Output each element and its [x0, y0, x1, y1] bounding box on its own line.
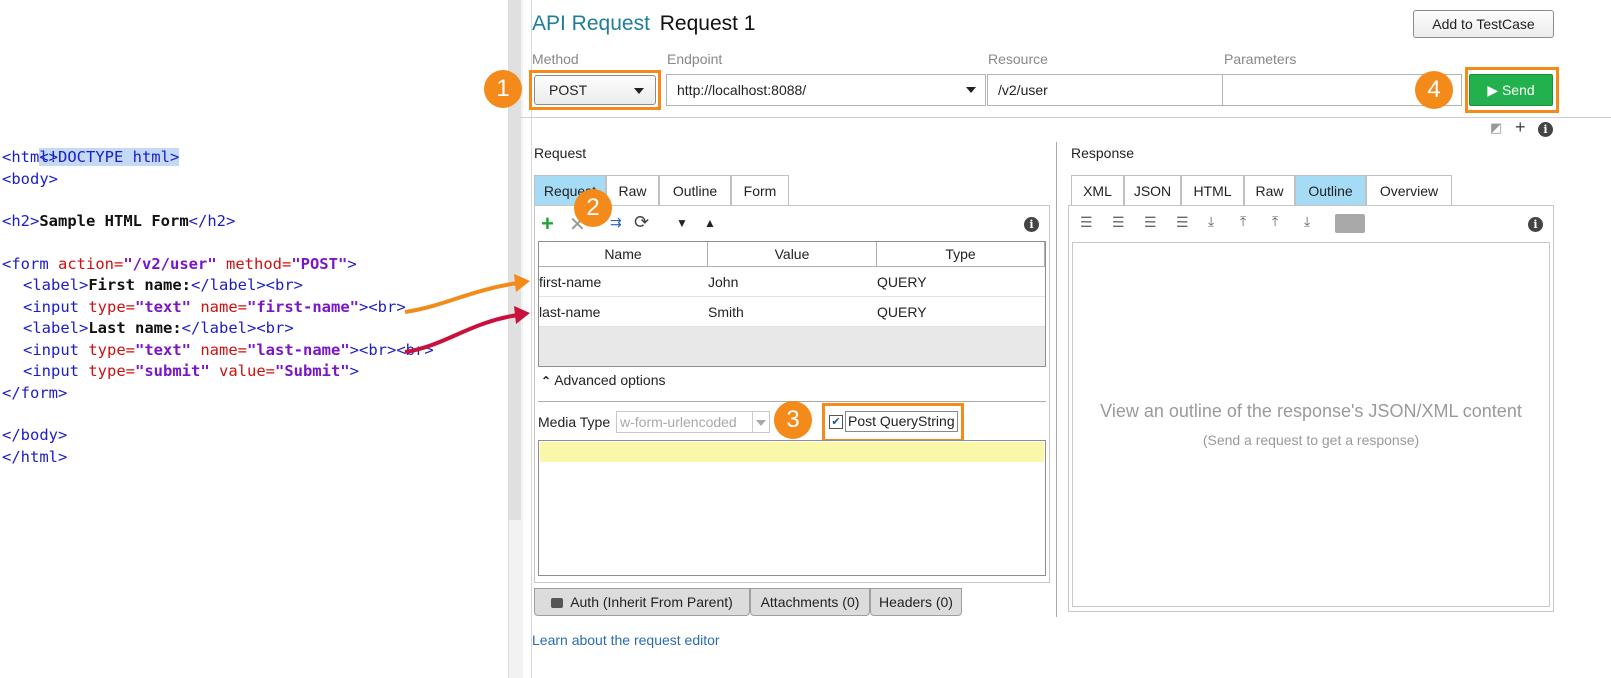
media-type-chevron-down-icon[interactable]: [756, 420, 766, 426]
advanced-options-toggle[interactable]: ⌃ Advanced options: [541, 372, 666, 388]
tab-auth-label: Auth (Inherit From Parent): [570, 594, 733, 610]
column-header-value[interactable]: Value: [708, 242, 877, 267]
xsl-icon[interactable]: [1335, 214, 1365, 233]
tab-json[interactable]: JSON: [1124, 175, 1181, 205]
pin-icon[interactable]: ◩: [1490, 120, 1502, 136]
code-line-h2: <h2>Sample HTML Form</h2>: [2, 212, 236, 230]
response-section-title: Response: [1071, 145, 1135, 161]
editor-title-prefix: API Request: [532, 12, 650, 35]
code-line-label-last: <label>Last name:</label><br>: [23, 319, 294, 337]
panel-splitter[interactable]: [1056, 142, 1057, 617]
refresh-icon[interactable]: ⟳: [634, 212, 649, 233]
callout-badge-1: 1: [484, 70, 522, 108]
plus-icon[interactable]: +: [1515, 117, 1526, 138]
param-name-cell[interactable]: first-name: [536, 267, 706, 297]
align-left-icon[interactable]: ☰: [1080, 214, 1093, 231]
copy-param-icon[interactable]: ⇉: [610, 214, 622, 231]
tab-overview[interactable]: Overview: [1366, 175, 1452, 205]
parameters-label: Parameters: [1224, 51, 1297, 67]
arrow-last-name-head: [514, 306, 530, 324]
code-line-input-last: <input type="text" name="last-name"><br>…: [23, 341, 434, 359]
lock-icon: [551, 598, 564, 608]
move-down-chevron-icon[interactable]: ▼: [676, 216, 688, 230]
request-info-icon[interactable]: i: [1024, 217, 1039, 232]
arrow-first-name-head: [514, 274, 530, 292]
tab-response-outline[interactable]: Outline: [1295, 175, 1366, 205]
tab-form[interactable]: Form: [731, 175, 789, 205]
align-right-icon[interactable]: ☰: [1144, 214, 1157, 231]
response-empty-title: View an outline of the response's JSON/X…: [1100, 401, 1522, 421]
align-justify-icon[interactable]: ☰: [1176, 214, 1189, 231]
code-line-input-first: <input type="text" name="first-name"><br…: [23, 298, 406, 316]
code-line-body: <body>: [2, 170, 58, 188]
expand-top-icon[interactable]: ⤒: [1240, 213, 1246, 230]
expand-bottom-icon[interactable]: ⤓: [1208, 213, 1214, 230]
code-doctype: <!DOCTYPE html>: [39, 148, 180, 166]
collapse-top-icon[interactable]: ⤒: [1272, 213, 1278, 230]
column-header-name[interactable]: Name: [539, 242, 708, 267]
tab-auth[interactable]: Auth (Inherit From Parent): [534, 588, 750, 616]
send-highlight-box: [1465, 67, 1559, 113]
arrow-last-name: [404, 313, 519, 354]
code-line-form-close: </form>: [2, 384, 68, 402]
endpoint-label: Endpoint: [667, 51, 723, 67]
tab-headers[interactable]: Headers (0): [870, 588, 962, 616]
resource-value: /v2/user: [998, 82, 1048, 98]
editor-title-name: Request 1: [659, 12, 756, 35]
code-line-submit: <input type="submit" value="Submit">: [23, 362, 359, 380]
add-param-plus-icon[interactable]: +: [541, 211, 554, 237]
param-type-cell[interactable]: QUERY: [874, 297, 1044, 327]
media-type-value: w-form-urlencoded: [620, 414, 737, 430]
callout-badge-3: 3: [774, 401, 812, 439]
resource-input[interactable]: /v2/user: [987, 74, 1223, 106]
learn-request-editor-link[interactable]: Learn about the request editor: [532, 632, 720, 648]
response-outline-view: [1072, 242, 1550, 607]
param-name-cell[interactable]: last-name: [536, 297, 706, 327]
endpoint-chevron-down-icon[interactable]: [966, 87, 976, 93]
param-value-cell[interactable]: Smith: [705, 297, 875, 327]
media-type-select[interactable]: w-form-urlencoded: [616, 411, 770, 433]
body-editor-current-line: [540, 442, 1044, 462]
add-to-testcase-button[interactable]: Add to TestCase: [1413, 10, 1554, 38]
move-up-chevron-icon[interactable]: ▲: [704, 216, 716, 230]
code-line-html: <html>: [2, 148, 58, 166]
method-label: Method: [532, 51, 579, 67]
request-editor: API Request Request 1 Add to TestCase Me…: [520, 0, 1611, 678]
editor-title: API Request Request 1: [532, 12, 755, 36]
callout-badge-2: 2: [574, 189, 612, 227]
endpoint-combo[interactable]: http://localhost:8088/: [666, 74, 986, 106]
code-line-form: <form action="/v2/user" method="POST">: [2, 255, 357, 273]
method-highlight-box: [529, 70, 661, 110]
tab-html[interactable]: HTML: [1181, 175, 1244, 205]
tab-raw[interactable]: Raw: [606, 175, 659, 205]
header-divider: [520, 117, 1611, 118]
endpoint-value: http://localhost:8088/: [677, 82, 807, 98]
tab-response-raw[interactable]: Raw: [1244, 175, 1295, 205]
column-header-type[interactable]: Type: [877, 242, 1045, 267]
double-chevron-up-icon: ⌃: [541, 374, 552, 388]
response-empty-subtitle: (Send a request to get a response): [1202, 432, 1420, 448]
request-section-title: Request: [534, 145, 587, 161]
post-querystring-highlight-box: [822, 403, 964, 442]
advanced-options-label: Advanced options: [554, 372, 666, 388]
align-center-icon[interactable]: ☰: [1112, 214, 1125, 231]
param-value-cell[interactable]: John: [705, 267, 875, 297]
code-line-body-close: </body>: [2, 426, 68, 444]
resource-label: Resource: [988, 51, 1048, 67]
param-type-cell[interactable]: QUERY: [874, 267, 1044, 297]
tab-xml[interactable]: XML: [1071, 175, 1124, 205]
tab-attachments[interactable]: Attachments (0): [750, 588, 870, 616]
arrow-first-name: [404, 281, 519, 314]
info-icon[interactable]: i: [1538, 122, 1553, 137]
tab-outline[interactable]: Outline: [659, 175, 731, 205]
code-line-label-first: <label>First name:</label><br>: [23, 276, 304, 294]
response-info-icon[interactable]: i: [1528, 217, 1543, 232]
code-line-html-close: </html>: [2, 448, 68, 466]
media-type-label: Media Type: [538, 414, 611, 430]
collapse-bottom-icon[interactable]: ⤓: [1304, 213, 1310, 230]
callout-badge-4: 4: [1415, 71, 1453, 109]
mapping-arrows: [404, 274, 530, 354]
